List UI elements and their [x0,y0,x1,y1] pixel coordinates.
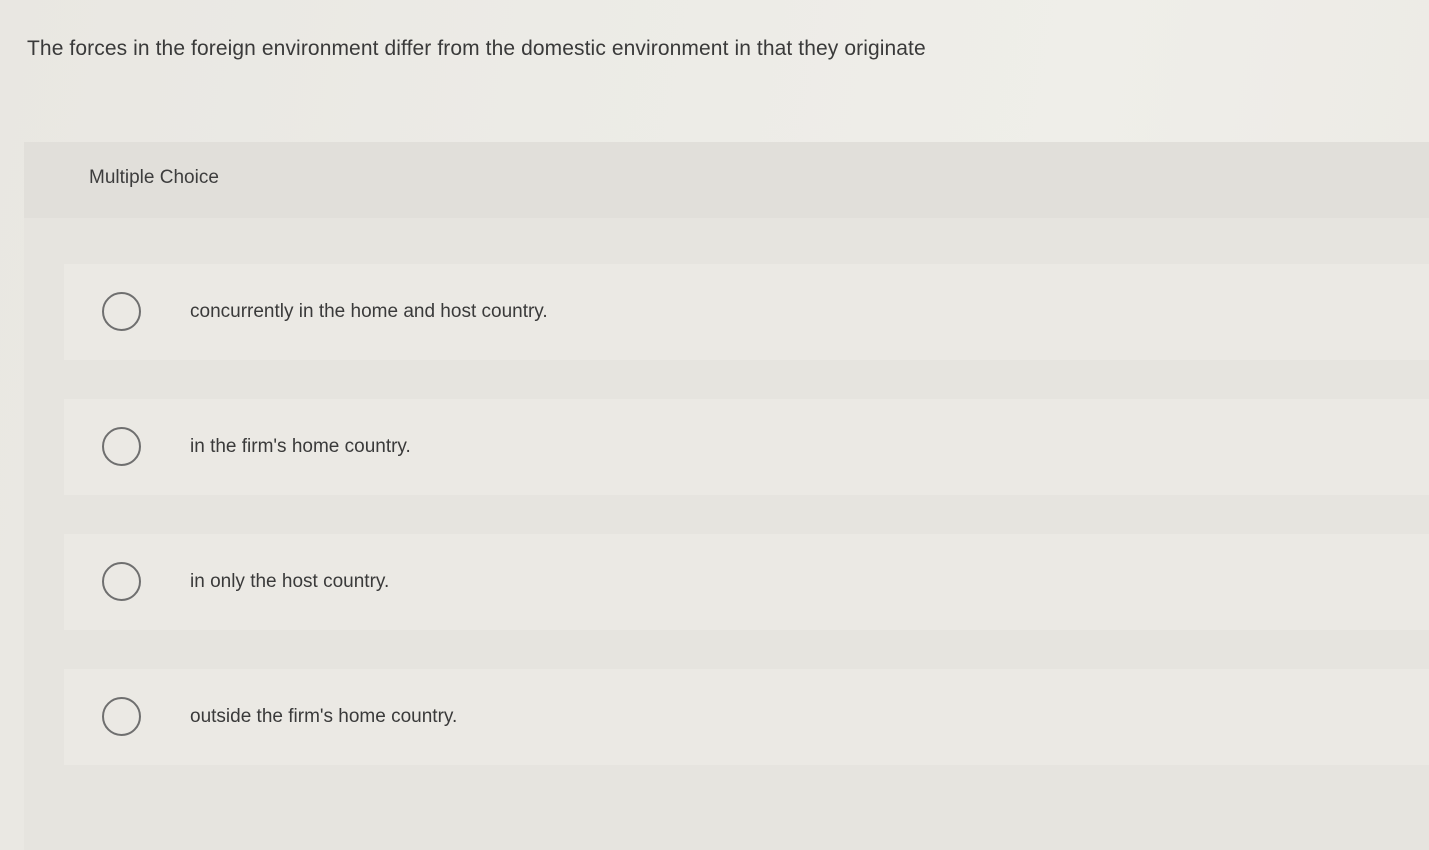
answer-option-label: outside the firm's home country. [190,706,458,727]
radio-unchecked-icon[interactable] [102,292,141,331]
radio-unchecked-icon[interactable] [102,427,141,466]
answer-option-2[interactable]: in the firm's home country. [64,399,1429,495]
radio-unchecked-icon[interactable] [102,562,141,601]
answer-option-label: in the firm's home country. [190,436,411,457]
multiple-choice-panel: Multiple Choice concurrently in the home… [24,142,1429,850]
answer-option-3[interactable]: in only the host country. [64,534,1429,630]
answer-option-1[interactable]: concurrently in the home and host countr… [64,264,1429,360]
answer-option-label: concurrently in the home and host countr… [190,301,548,322]
question-type-label: Multiple Choice [89,167,219,188]
panel-header: Multiple Choice [24,142,1429,218]
answer-option-label: in only the host country. [190,571,390,592]
radio-unchecked-icon[interactable] [102,697,141,736]
answer-option-4[interactable]: outside the firm's home country. [64,669,1429,765]
question-text: The forces in the foreign environment di… [27,37,926,60]
